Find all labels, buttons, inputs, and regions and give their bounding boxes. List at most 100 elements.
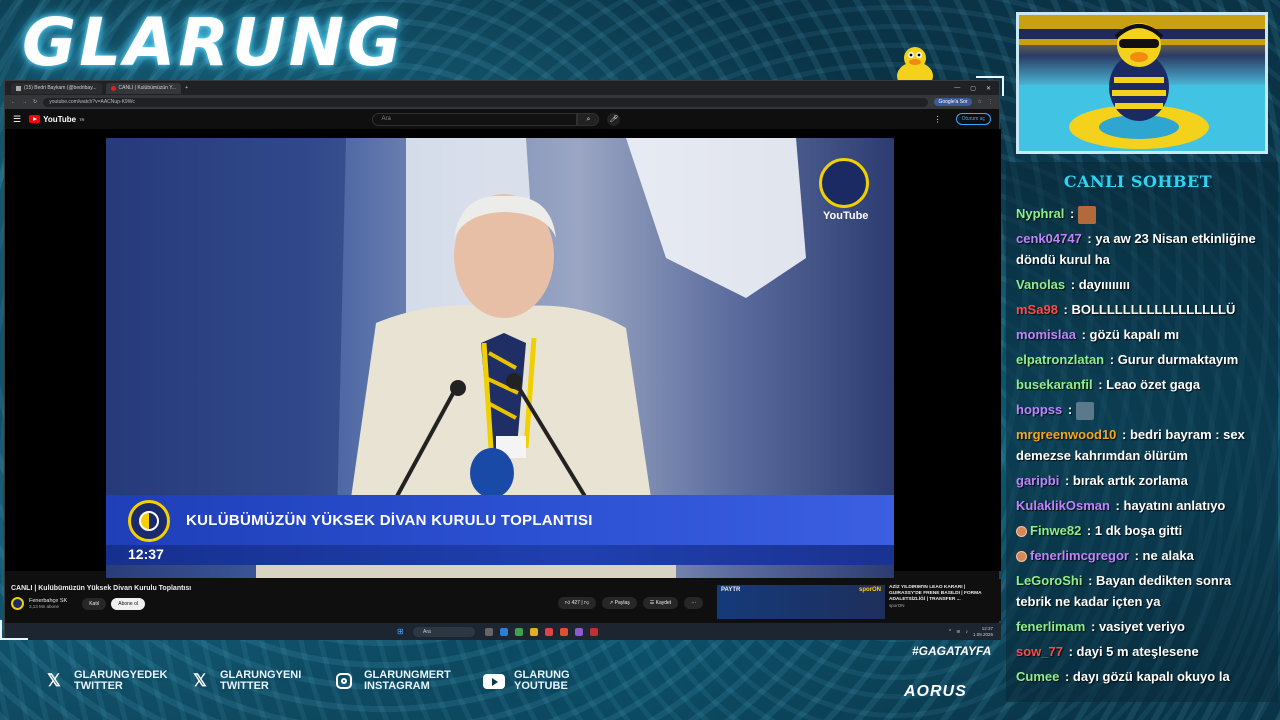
youtube-icon xyxy=(110,85,116,91)
channel-subs: 3,13 Mn abone xyxy=(29,604,60,609)
chat-title: CANLI SOHBET xyxy=(1063,172,1213,191)
windows-taskbar: ⊞ Ara ^ ≋ ♪ 12:37 1.08.2026 xyxy=(5,623,1001,640)
save-button[interactable]: ☰ Kaydet xyxy=(642,597,679,609)
tab-label: CANLI | Kulübümüzün Y... xyxy=(118,85,177,91)
chat-separator: : xyxy=(1067,277,1079,292)
chat-message: Nyphral : xyxy=(1016,203,1268,224)
chat-username[interactable]: elpatronzlatan xyxy=(1016,352,1104,367)
search-button[interactable]: ⌕ xyxy=(577,112,600,126)
chat-username[interactable]: momislaa xyxy=(1016,327,1076,342)
more-icon[interactable]: ⋮ xyxy=(934,115,942,124)
chrome-icon[interactable] xyxy=(545,627,553,636)
video-player[interactable]: YouTube KULÜBÜMÜZÜN YÜKSEK DİVAN KURULU … xyxy=(5,129,1001,578)
x-icon: 𝕏 xyxy=(193,671,207,690)
new-tab-icon[interactable]: + xyxy=(185,85,188,91)
chat-username[interactable]: Vanolas xyxy=(1016,277,1065,292)
chat-username[interactable]: garipbi xyxy=(1016,473,1059,488)
recommended-video[interactable]: PAYTR sporON AZİZ YILDIRIM'IN LEAO KARAR… xyxy=(717,585,997,619)
task-view-icon[interactable] xyxy=(485,627,493,636)
tab-bar: (15) Bedri Baykam (@bedribay... CANLI | … xyxy=(5,81,999,95)
tab-twitter[interactable]: (15) Bedri Baykam (@bedribay... xyxy=(11,82,102,94)
like-button[interactable]: 👍︎ 427 | 👎︎ xyxy=(558,597,597,609)
volume-icon[interactable]: ♪ xyxy=(965,629,968,635)
chat-username[interactable]: Finwe82 xyxy=(1030,523,1081,538)
channel-avatar[interactable] xyxy=(11,597,24,610)
brand-title: GLARUNG xyxy=(22,4,405,81)
chat-message: garipbi : bırak artık zorlama xyxy=(1016,470,1268,491)
chat-username[interactable]: fenerlimam xyxy=(1016,619,1085,634)
chat-username[interactable]: fenerlimcgregor xyxy=(1030,548,1129,563)
system-tray: ^ ≋ ♪ 12:37 1.08.2026 xyxy=(949,626,1001,637)
forward-icon[interactable]: → xyxy=(22,99,27,105)
rec-thumb-brand: sporON xyxy=(858,587,881,593)
tab-youtube[interactable]: CANLI | Kulübümüzün Y... xyxy=(105,82,182,94)
chat-message: fenerlimam : vasiyet veriyo xyxy=(1016,616,1268,637)
frame-corner xyxy=(0,620,28,640)
chat-username[interactable]: mrgreenwood10 xyxy=(1016,427,1116,442)
social-youtube: GLARUNG YOUTUBE xyxy=(482,669,570,693)
back-icon[interactable]: ← xyxy=(11,99,16,105)
more-actions-icon[interactable]: ··· xyxy=(684,597,704,609)
social-twitter-yeni: 𝕏 GLARUNGYENI TWITTER xyxy=(188,669,301,693)
chat-username[interactable]: Cumee xyxy=(1016,669,1059,684)
brave-icon[interactable] xyxy=(560,627,568,636)
chat-text: hayatını anlatıyo xyxy=(1123,498,1226,513)
share-button[interactable]: ↗ Paylaş xyxy=(602,597,637,609)
mic-icon[interactable]: 🎤︎ xyxy=(607,112,621,126)
chat-separator: : xyxy=(1066,206,1078,221)
fenerbahce-crest-icon xyxy=(128,500,170,542)
tray-arrow-icon[interactable]: ^ xyxy=(949,629,951,635)
subscribe-button[interactable]: Abone ol xyxy=(111,597,145,610)
chat-message: momislaa : gözü kapalı mı xyxy=(1016,324,1268,345)
chat-username[interactable]: hoppss xyxy=(1016,402,1062,417)
video-info: CANLI | Kulübümüzün Yüksek Divan Kurulu … xyxy=(5,579,1001,621)
video-frame[interactable]: YouTube KULÜBÜMÜZÜN YÜKSEK DİVAN KURULU … xyxy=(106,138,894,578)
star-icon[interactable]: ☆ xyxy=(978,99,982,105)
app-icon[interactable] xyxy=(575,627,583,636)
chat-separator: : xyxy=(1061,669,1073,684)
sponsor-logo: AORUS xyxy=(904,683,967,700)
minimize-icon[interactable]: — xyxy=(954,85,960,92)
chat-username[interactable]: cenk04747 xyxy=(1016,231,1082,246)
share-label: Paylaş xyxy=(614,600,630,606)
chat-text: Leao özet gaga xyxy=(1106,377,1201,392)
url-field[interactable]: youtube.com/watch?v=AACNup-K9Wc xyxy=(43,97,929,107)
date: 1.08.2026 xyxy=(972,631,993,637)
edge-icon[interactable] xyxy=(500,627,508,636)
folder-icon[interactable] xyxy=(530,627,538,636)
hamburger-icon[interactable]: ☰ xyxy=(13,114,21,125)
wifi-icon[interactable]: ≋ xyxy=(956,629,960,635)
chat-separator: : xyxy=(1083,523,1095,538)
chat-message: mSa98 : BOLLLLLLLLLLLLLLLLLÜ xyxy=(1016,299,1268,320)
store-icon[interactable] xyxy=(515,627,523,636)
social-platform: INSTAGRAM xyxy=(364,680,430,692)
google-ask-button[interactable]: Google'a Sor xyxy=(934,98,972,106)
chat-username[interactable]: mSa98 xyxy=(1016,302,1058,317)
taskbar-search[interactable]: Ara xyxy=(413,626,475,637)
signin-button[interactable]: Oturum aç xyxy=(955,113,991,125)
chat-separator: : xyxy=(1130,548,1143,563)
webcam-scene xyxy=(1019,15,1265,151)
windows-start-icon[interactable]: ⊞ xyxy=(397,627,404,636)
webcam-panel xyxy=(1016,12,1268,154)
menu-dots-icon[interactable]: ⋮ xyxy=(988,99,993,105)
chat-username[interactable]: sow_77 xyxy=(1016,644,1063,659)
reload-icon[interactable]: ↻ xyxy=(33,99,37,105)
chat-text: dayı gözü kapalı okuyo la xyxy=(1072,669,1230,684)
youtube-logo[interactable]: YouTube TR xyxy=(29,115,84,124)
chat-username[interactable]: busekaranfil xyxy=(1016,377,1093,392)
recording-icon[interactable] xyxy=(590,627,598,636)
chat-text: gözü kapalı mı xyxy=(1089,327,1180,342)
chat-username[interactable]: Nyphral xyxy=(1016,206,1064,221)
social-platform: TWITTER xyxy=(74,680,123,692)
emote-icon xyxy=(1077,205,1096,224)
chat-separator: : xyxy=(1059,302,1072,317)
clock[interactable]: 12:37 1.08.2026 xyxy=(973,626,993,637)
join-button[interactable]: Katıl xyxy=(82,597,107,610)
chat-message: fenerlimcgregor : ne alaka xyxy=(1016,545,1268,566)
rec-thumbnail: PAYTR sporON xyxy=(717,585,885,619)
fenerbahce-watermark-icon xyxy=(819,158,869,208)
search-input[interactable]: Ara xyxy=(372,112,578,126)
chat-username[interactable]: LeGoroShi xyxy=(1016,573,1082,588)
chat-username[interactable]: KulaklikOsman xyxy=(1016,498,1110,513)
